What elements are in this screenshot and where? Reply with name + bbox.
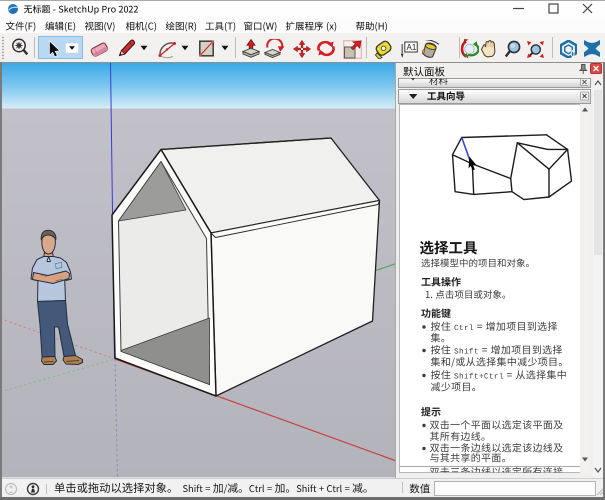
svg-text:A1: A1 [406,43,416,52]
